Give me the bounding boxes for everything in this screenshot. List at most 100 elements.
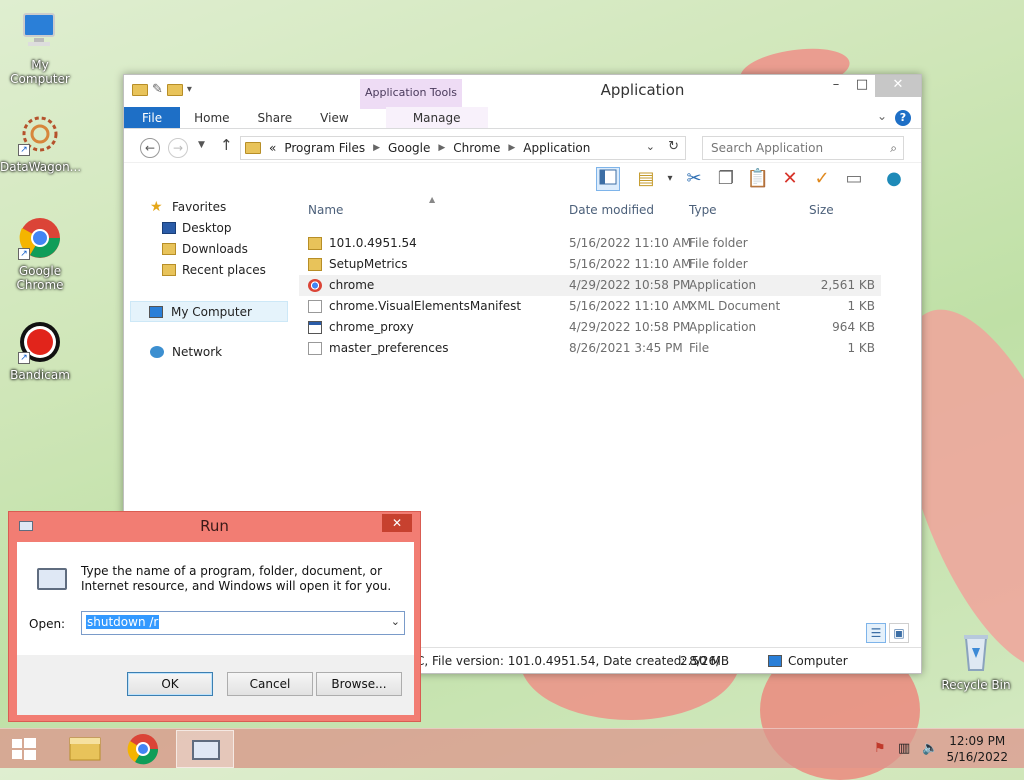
breadcrumb-item[interactable]: Chrome [453,141,500,155]
breadcrumb-separator-icon[interactable]: ▶ [508,143,515,153]
address-dropdown-icon[interactable]: ⌄ [646,140,655,153]
column-header-date[interactable]: Date modified [569,203,654,217]
volume-muted-icon[interactable]: 🔈 [922,741,938,756]
refresh-icon[interactable]: ↻ [668,139,679,154]
breadcrumb-item[interactable]: Application [523,141,590,155]
breadcrumb-item[interactable]: Program Files [284,141,365,155]
application-icon [308,321,322,334]
action-center-flag-icon[interactable]: ⚑ [874,741,886,756]
back-button[interactable]: ← [140,138,160,158]
cancel-button[interactable]: Cancel [227,672,313,696]
command-toolbar: ▤ ▾ ✂ ❐ 📋 ✕ ✓ ▭ ● [124,163,921,195]
tab-manage[interactable]: Manage [385,107,488,128]
tab-file[interactable]: File [124,107,181,128]
globe-icon[interactable]: ● [882,167,906,191]
forward-button[interactable]: → [168,138,188,158]
nav-favorites[interactable]: ★ Favorites [124,197,294,218]
search-input[interactable]: Search Application ⌕ [702,136,904,160]
breadcrumb-overflow[interactable]: « [269,141,276,155]
close-button[interactable]: ✕ [382,514,412,532]
breadcrumb-separator-icon[interactable]: ▶ [438,143,445,153]
maximize-button[interactable]: □ [849,75,875,97]
file-row[interactable]: SetupMetrics 5/16/2022 11:10 AM File folde… [299,254,881,275]
nav-network[interactable]: Network [124,342,294,363]
file-row[interactable]: 101.0.4951.54 5/16/2022 11:10 AM File fold… [299,233,881,254]
tab-home[interactable]: Home [180,107,243,128]
column-header-name[interactable]: Name [308,203,343,217]
network-tray-icon[interactable]: ▥ [898,741,910,756]
column-header-size[interactable]: Size [809,203,834,217]
select-all-icon[interactable]: ▤ [634,167,658,191]
chevron-down-icon[interactable]: ⌄ [391,615,400,628]
open-label: Open: [29,617,66,631]
run-title-bar[interactable]: Run ✕ [9,512,420,542]
cut-icon[interactable]: ✂ [682,167,706,191]
taskbar-run[interactable] [176,730,234,768]
minimize-button[interactable]: – [823,75,849,97]
chrome-icon [127,734,159,765]
file-list: Name ▲ Date modified Type Size 101.0.495… [299,195,881,359]
run-icon [37,568,67,590]
network-icon [150,346,164,358]
ok-button[interactable]: OK [127,672,213,696]
desktop-icon-datawagon[interactable]: ↗ DataWagon... [0,112,81,174]
tab-view[interactable]: View [306,107,362,128]
nav-desktop[interactable]: Desktop [124,218,294,239]
rename-icon[interactable]: ▭ [842,167,866,191]
file-name: master_preferences [329,341,449,355]
chevron-down-icon[interactable]: ▾ [658,167,682,191]
file-name: chrome.VisualElementsManifest [329,299,522,313]
copy-icon[interactable]: ❐ [714,167,738,191]
file-type: XML Document [689,299,781,313]
downloads-icon [162,243,176,255]
recent-locations-icon[interactable]: ▼ [198,140,205,150]
run-dialog[interactable]: Run ✕ Type the name of a program, folder… [8,511,421,722]
help-icon[interactable]: ? [895,110,911,126]
details-view-button[interactable]: ☰ [866,623,886,643]
file-row[interactable]: chrome_proxy 4/29/2022 10:58 PM Applicatio… [299,317,881,338]
bandicam-icon: ↗ [18,320,62,364]
taskbar-file-explorer[interactable] [56,730,114,768]
breadcrumb-separator-icon[interactable]: ▶ [373,143,380,153]
file-name: 101.0.4951.54 [329,236,417,250]
file-row[interactable]: chrome 4/29/2022 10:58 PM Application 2,561… [299,275,881,296]
browse-button[interactable]: Browse... [316,672,402,696]
taskbar-chrome[interactable] [114,730,172,768]
start-button[interactable] [0,730,48,768]
close-button[interactable]: ✕ [875,75,921,97]
shortcut-arrow-icon: ↗ [18,144,30,156]
file-size: 964 KB [832,320,875,334]
up-button[interactable]: ↑ [220,136,233,154]
desktop-icon-bandicam[interactable]: ↗ Bandicam [0,320,80,382]
file-row[interactable]: chrome.VisualElementsManifest 5/16/2022 1… [299,296,881,317]
desktop-icon-my-computer[interactable]: My Computer [0,10,80,86]
windows-logo-icon [12,738,36,760]
nav-my-computer[interactable]: My Computer [130,301,288,322]
nav-recent-places[interactable]: Recent places [124,260,294,281]
check-icon[interactable]: ✓ [810,167,834,191]
delete-icon[interactable]: ✕ [778,167,802,191]
system-clock[interactable]: 12:09 PM 5/16/2022 [946,733,1008,765]
preview-pane-icon[interactable] [596,167,620,191]
file-date: 4/29/2022 10:58 PM [569,320,691,334]
computer-icon [18,10,62,54]
file-row[interactable]: master_preferences 8/26/2021 3:45 PM File 1… [299,338,881,359]
chevron-down-icon[interactable]: ⌄ [877,109,887,123]
nav-label: My Computer [171,305,252,319]
search-icon[interactable]: ⌕ [890,141,897,156]
run-title: Run [200,517,229,535]
address-bar[interactable]: « Program Files ▶ Google ▶ Chrome ▶ Appl… [240,136,686,160]
tab-share[interactable]: Share [244,107,307,128]
column-header-type[interactable]: Type [689,203,717,217]
large-icons-view-button[interactable]: ▣ [889,623,909,643]
desktop-icon-google-chrome[interactable]: ↗ Google Chrome [0,216,80,292]
title-bar[interactable]: ✎ ▾ Application Tools Application – □ ✕ [124,75,921,109]
file-size: 1 KB [847,299,875,313]
run-command-input[interactable]: shutdown /r ⌄ [81,611,405,635]
breadcrumb-item[interactable]: Google [388,141,430,155]
paste-icon[interactable]: 📋 [746,167,770,191]
window-title: Application [600,81,685,99]
desktop-icon-recycle-bin[interactable]: Recycle Bin [936,630,1016,692]
run-description: Type the name of a program, folder, docu… [81,564,392,593]
nav-downloads[interactable]: Downloads [124,239,294,260]
